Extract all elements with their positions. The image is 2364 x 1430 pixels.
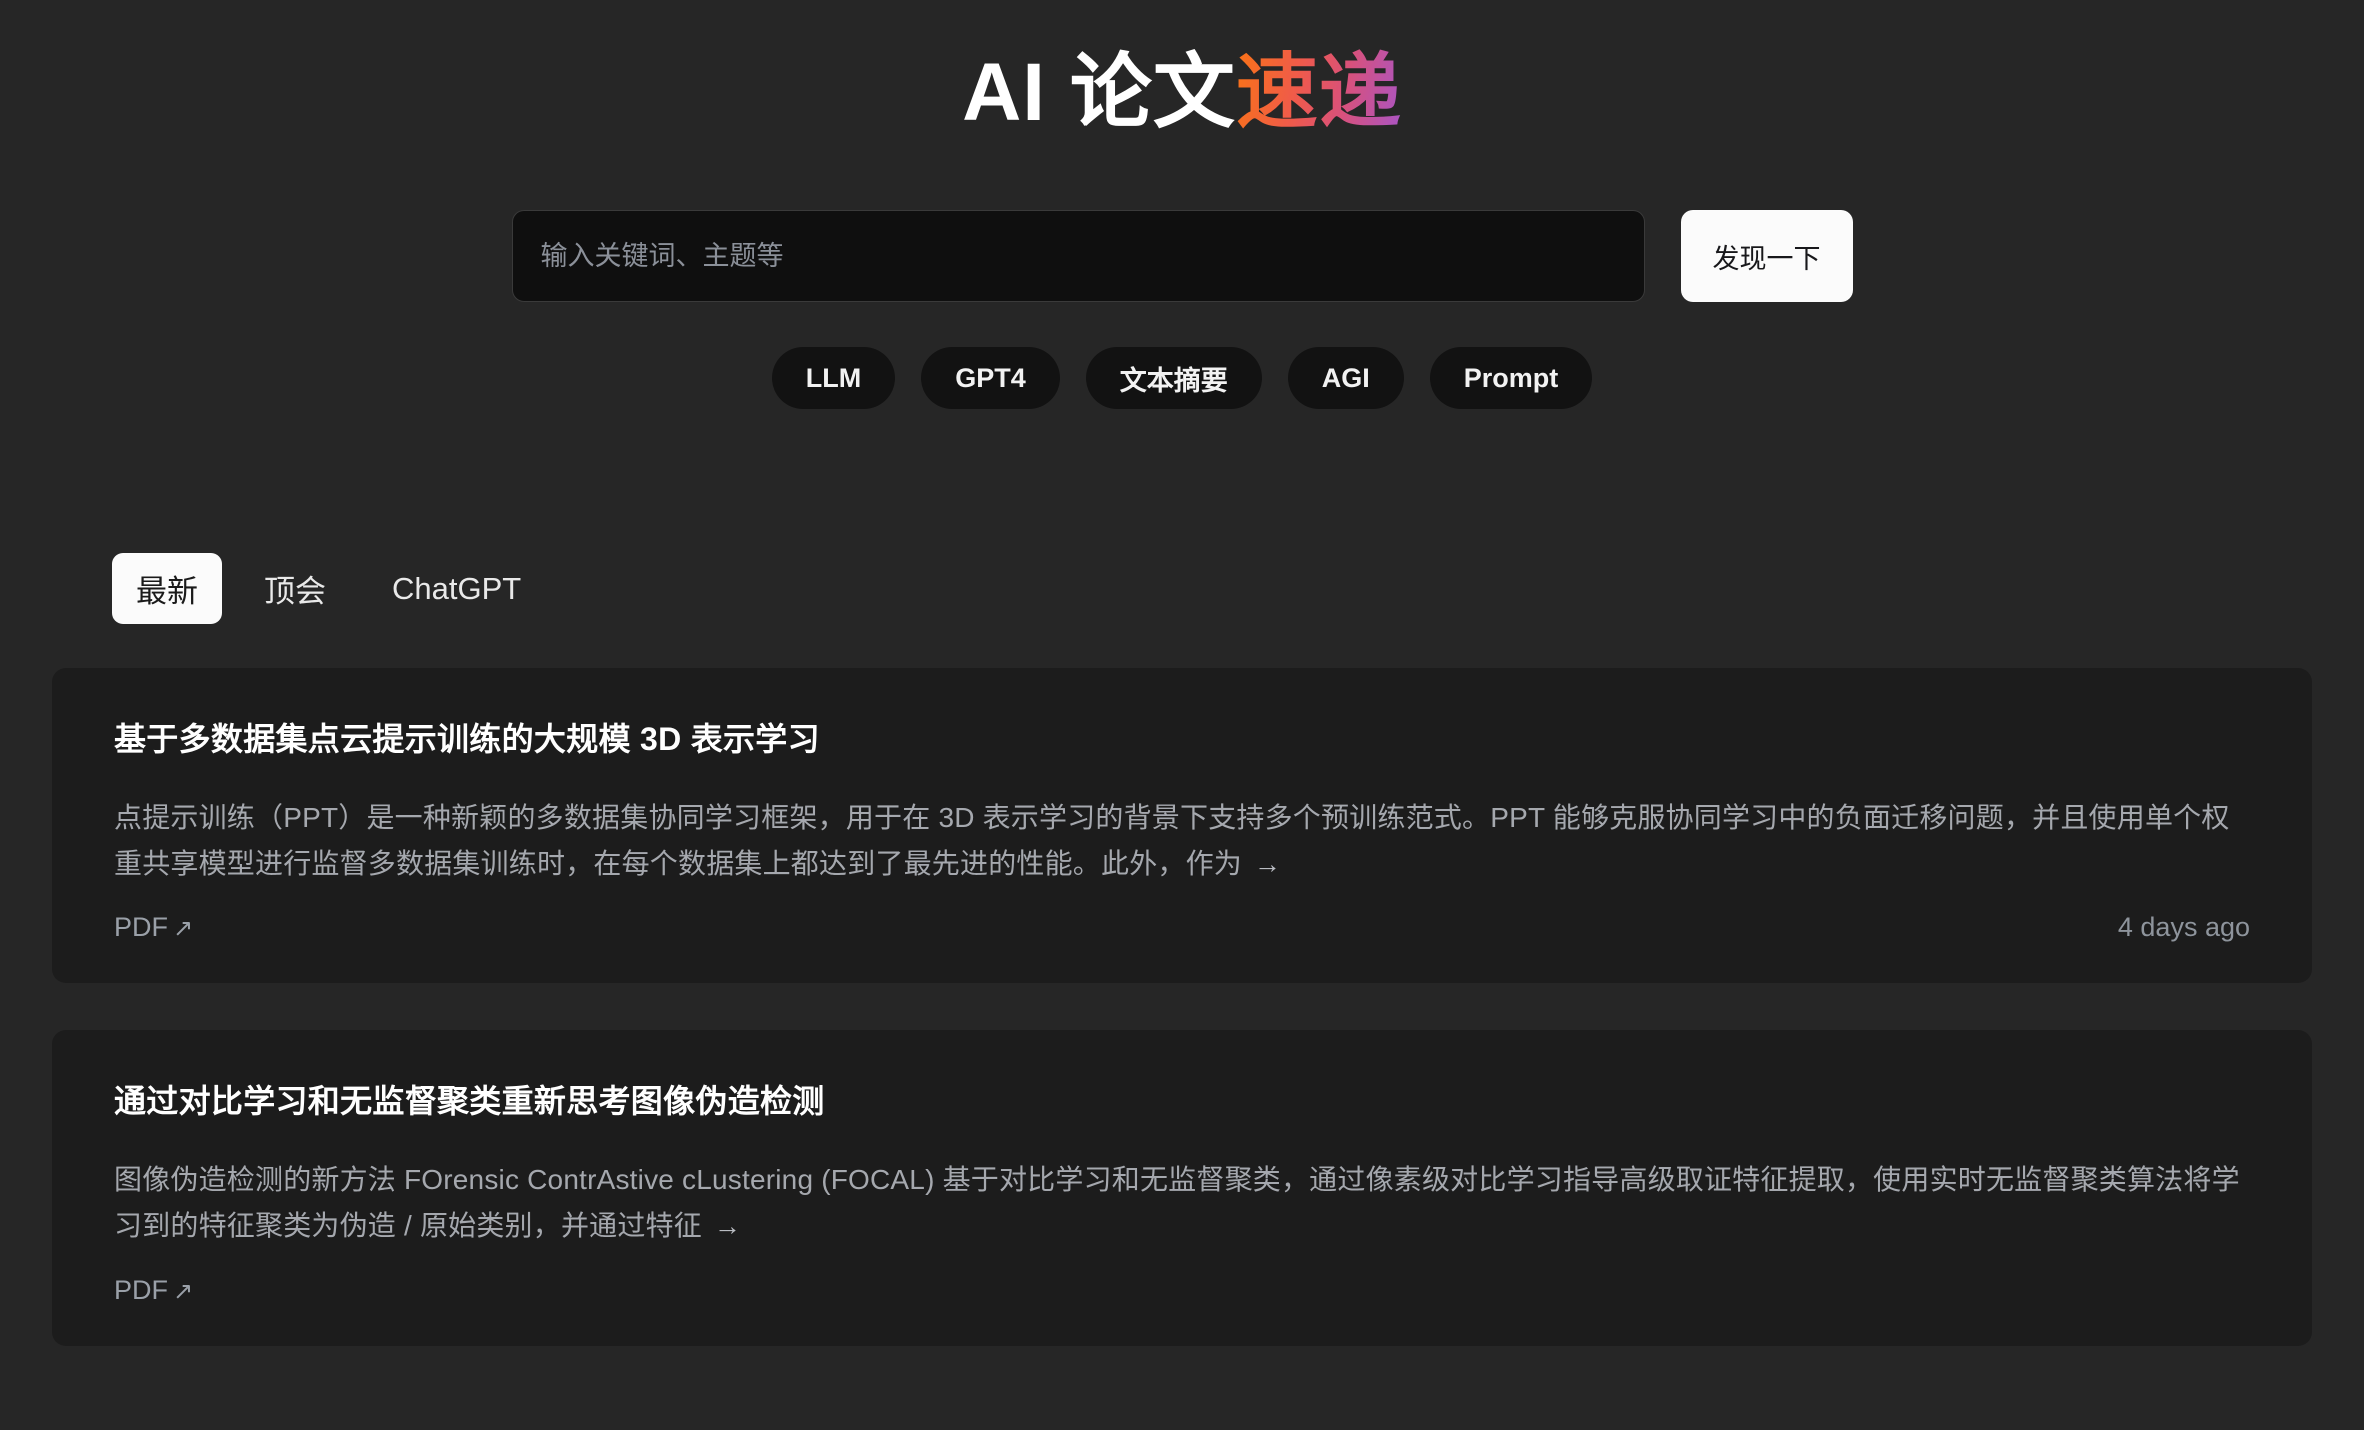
expand-arrow-icon[interactable]: → <box>702 1211 741 1241</box>
pdf-link[interactable]: PDF ↗ <box>114 912 193 943</box>
paper-timestamp: 4 days ago <box>2117 912 2250 943</box>
paper-abstract: 点提示训练（PPT）是一种新颖的多数据集协同学习框架，用于在 3D 表示学习的背… <box>114 795 2250 886</box>
tab-top-conference[interactable]: 顶会 <box>240 553 350 624</box>
tag-chip-gpt4[interactable]: GPT4 <box>921 347 1060 409</box>
pdf-link-label: PDF <box>114 912 168 943</box>
tab-chatgpt[interactable]: ChatGPT <box>368 558 545 620</box>
tag-chip-llm[interactable]: LLM <box>771 347 896 409</box>
pdf-link-label: PDF <box>114 1274 168 1305</box>
tab-latest[interactable]: 最新 <box>112 553 222 624</box>
tag-chip-prompt[interactable]: Prompt <box>1429 347 1593 409</box>
discover-button[interactable]: 发现一下 <box>1680 210 1853 302</box>
paper-title: 基于多数据集点云提示训练的大规模 3D 表示学习 <box>114 721 820 757</box>
search-input[interactable] <box>511 210 1645 302</box>
paper-card[interactable]: 通过对比学习和无监督聚类重新思考图像伪造检测 图像伪造检测的新方法 FOrens… <box>52 1030 2312 1346</box>
page-title: AI 论文速递 <box>52 0 2312 144</box>
expand-arrow-icon[interactable]: → <box>1242 849 1281 879</box>
paper-abstract-text: 点提示训练（PPT）是一种新颖的多数据集协同学习框架，用于在 3D 表示学习的背… <box>114 802 2230 879</box>
tag-chip-list: LLM GPT4 文本摘要 AGI Prompt <box>52 347 2312 409</box>
search-bar: 发现一下 <box>52 210 2312 302</box>
paper-card-footer: PDF ↗ 4 days ago <box>114 912 2250 943</box>
paper-card[interactable]: 基于多数据集点云提示训练的大规模 3D 表示学习 点提示训练（PPT）是一种新颖… <box>52 668 2312 984</box>
paper-abstract: 图像伪造检测的新方法 FOrensic ContrAstive cLusteri… <box>114 1157 2250 1248</box>
tag-chip-agi[interactable]: AGI <box>1287 347 1404 409</box>
pdf-link[interactable]: PDF ↗ <box>114 1275 193 1306</box>
tag-chip-text-summary[interactable]: 文本摘要 <box>1085 347 1262 409</box>
page-root: AI 论文速递 发现一下 LLM GPT4 文本摘要 AGI Prompt 最新… <box>0 0 2364 1430</box>
external-link-icon: ↗ <box>173 915 194 943</box>
tab-list: 最新 顶会 ChatGPT <box>52 553 2312 624</box>
paper-card-footer: PDF ↗ <box>114 1275 2250 1306</box>
paper-list: 基于多数据集点云提示训练的大规模 3D 表示学习 点提示训练（PPT）是一种新颖… <box>52 668 2312 1386</box>
page-title-plain: AI 论文 <box>962 47 1236 138</box>
page-title-accent: 速递 <box>1235 47 1402 138</box>
external-link-icon: ↗ <box>173 1277 194 1305</box>
paper-title: 通过对比学习和无监督聚类重新思考图像伪造检测 <box>114 1083 825 1120</box>
paper-abstract-text: 图像伪造检测的新方法 FOrensic ContrAstive cLusteri… <box>114 1164 2240 1241</box>
